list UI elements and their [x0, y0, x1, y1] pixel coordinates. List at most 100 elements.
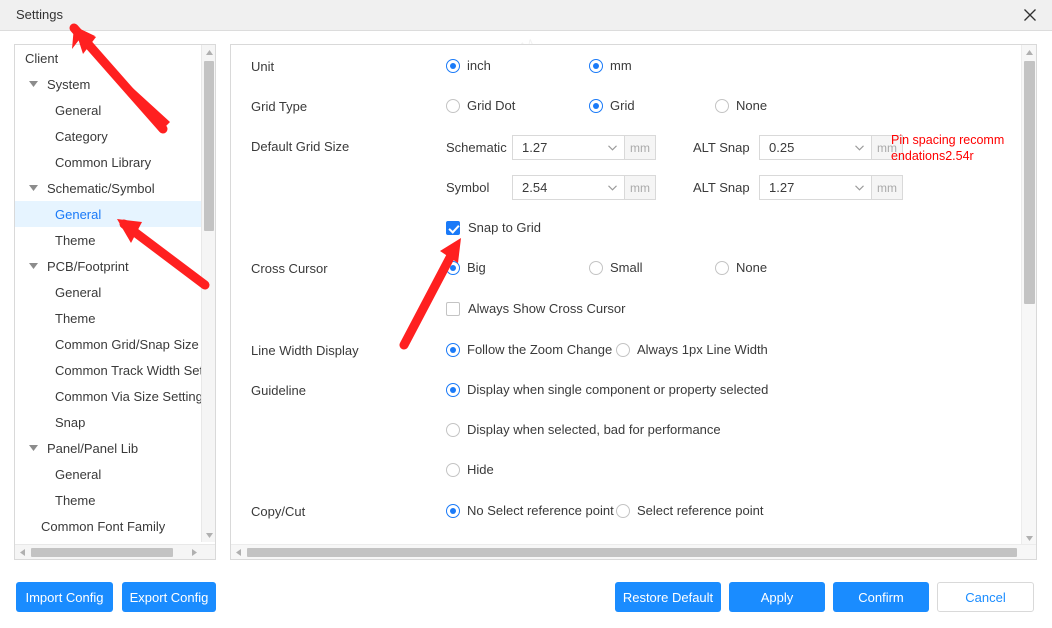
radio-cross-cursor-big[interactable]: Big — [446, 261, 486, 275]
dialog-footer: Import Config Export Config Restore Defa… — [0, 568, 1052, 628]
radio-unit-inch[interactable]: inch — [446, 59, 491, 73]
radio-label: Grid — [610, 98, 635, 113]
tree-item-system-common-library[interactable]: Common Library — [15, 149, 201, 175]
select-symbol-alt-snap-box[interactable]: 1.27 — [759, 175, 872, 200]
row-grid-type: Grid Type Grid Dot Grid None — [231, 95, 1021, 121]
tree-item-pcb-theme[interactable]: Theme — [15, 305, 201, 331]
scroll-right-icon[interactable] — [187, 545, 201, 559]
radio-label: Always 1px Line Width — [637, 342, 768, 357]
tree-item-system-general[interactable]: General — [15, 97, 201, 123]
scrollbar-thumb[interactable] — [1024, 61, 1035, 304]
chevron-down-icon[interactable] — [25, 180, 41, 196]
settings-horizontal-scrollbar[interactable] — [231, 544, 1036, 559]
radio-label: None — [736, 98, 768, 113]
export-config-button[interactable]: Export Config — [122, 582, 216, 612]
scroll-down-icon[interactable] — [1022, 531, 1036, 545]
radio-grid-type-none[interactable]: None — [715, 99, 767, 113]
settings-dialog: Settings 2024-10-14 17:17 2024-10-14 che… — [0, 0, 1052, 628]
tree-item-system-category[interactable]: Category — [15, 123, 201, 149]
scroll-up-icon[interactable] — [202, 45, 215, 59]
radio-dot — [446, 423, 460, 437]
chevron-down-icon[interactable] — [25, 258, 41, 274]
tree-item-label: Schematic/Symbol — [47, 180, 155, 196]
radio-copy-cut-no-select-ref[interactable]: No Select reference point — [446, 504, 614, 518]
tree-item-common-track-width[interactable]: Common Track Width Settin — [15, 357, 201, 383]
apply-button[interactable]: Apply — [729, 582, 825, 612]
chevron-down-icon[interactable] — [606, 184, 618, 191]
radio-line-width-follow-zoom[interactable]: Follow the Zoom Change — [446, 343, 612, 357]
checkbox-always-show-cross-cursor[interactable]: Always Show Cross Cursor — [446, 302, 626, 316]
field-label-symbol: Symbol — [446, 180, 490, 195]
radio-cross-cursor-small[interactable]: Small — [589, 261, 643, 275]
tree-item-panel-general[interactable]: General — [15, 461, 201, 487]
radio-line-width-always-1px[interactable]: Always 1px Line Width — [616, 343, 768, 357]
chevron-down-icon[interactable] — [25, 76, 41, 92]
checkbox-snap-to-grid[interactable]: Snap to Grid — [446, 221, 541, 235]
radio-copy-cut-select-ref[interactable]: Select reference point — [616, 504, 763, 518]
tree-item-client[interactable]: Client — [15, 45, 201, 71]
chevron-down-icon[interactable] — [853, 184, 865, 191]
radio-dot — [446, 261, 460, 275]
radio-grid-type-grid-dot[interactable]: Grid Dot — [446, 99, 515, 113]
tree-item-pcb-general[interactable]: General — [15, 279, 201, 305]
select-value: 1.27 — [769, 180, 795, 195]
row-snap-to-grid: Snap to Grid — [231, 217, 1021, 243]
radio-guideline-single-component[interactable]: Display when single component or propert… — [446, 383, 768, 397]
scrollbar-thumb[interactable] — [204, 61, 214, 231]
tree-vertical-scrollbar[interactable] — [201, 45, 215, 542]
tree-item-schematic-theme[interactable]: Theme — [15, 227, 201, 253]
select-symbol-grid-size-box[interactable]: 2.54 — [512, 175, 625, 200]
tree-item-snap[interactable]: Snap — [15, 409, 201, 435]
radio-label: inch — [467, 58, 491, 73]
tree-item-schematic-symbol[interactable]: Schematic/Symbol — [15, 175, 201, 201]
scroll-up-icon[interactable] — [1022, 45, 1036, 59]
scroll-down-icon[interactable] — [202, 528, 215, 542]
row-default-grid-size-symbol: Symbol 2.54 mm ALT Snap 1.27 mm — [231, 175, 1021, 205]
settings-vertical-scrollbar[interactable] — [1021, 45, 1036, 545]
select-schematic-alt-snap[interactable]: 0.25 mm — [759, 135, 903, 160]
confirm-button[interactable]: Confirm — [833, 582, 929, 612]
tree-item-schematic-general[interactable]: General — [15, 201, 201, 227]
tree-horizontal-scrollbar[interactable] — [15, 544, 215, 559]
radio-cross-cursor-none[interactable]: None — [715, 261, 767, 275]
tree-item-common-font-family[interactable]: Common Font Family — [15, 513, 201, 539]
scrollbar-thumb[interactable] — [31, 548, 173, 557]
select-schematic-grid-size[interactable]: 1.27 mm — [512, 135, 656, 160]
select-schematic-grid-size-box[interactable]: 1.27 — [512, 135, 625, 160]
tree-item-system[interactable]: System — [15, 71, 201, 97]
chevron-down-icon[interactable] — [606, 144, 618, 151]
chevron-down-icon[interactable] — [853, 144, 865, 151]
scroll-left-icon[interactable] — [15, 545, 29, 559]
select-symbol-alt-snap[interactable]: 1.27 mm — [759, 175, 903, 200]
row-label-default-grid-size: Default Grid Size — [251, 139, 350, 154]
tree-item-common-grid-snap-size[interactable]: Common Grid/Snap Size Se — [15, 331, 201, 357]
tree-item-pcb-footprint[interactable]: PCB/Footprint — [15, 253, 201, 279]
radio-grid-type-grid[interactable]: Grid — [589, 99, 635, 113]
radio-guideline-hide[interactable]: Hide — [446, 463, 494, 477]
settings-category-tree[interactable]: Client System General Category Common Li… — [14, 44, 216, 560]
tree-list: Client System General Category Common Li… — [15, 45, 201, 542]
field-label-alt-snap-symbol: ALT Snap — [693, 180, 750, 195]
pin-spacing-note: Pin spacing recommendations2.54r — [891, 133, 1005, 163]
tree-item-label: Snap — [55, 414, 86, 430]
row-copy-cut: Copy/Cut No Select reference point Selec… — [231, 500, 1021, 526]
cancel-button[interactable]: Cancel — [937, 582, 1034, 612]
restore-default-button[interactable]: Restore Default — [615, 582, 721, 612]
scrollbar-thumb[interactable] — [247, 548, 1017, 557]
close-icon[interactable] — [1008, 0, 1052, 30]
row-guideline-option-2: Display when selected, bad for performan… — [231, 419, 1021, 445]
scroll-left-icon[interactable] — [231, 545, 245, 559]
tree-item-panel-panel-lib[interactable]: Panel/Panel Lib — [15, 435, 201, 461]
chevron-down-icon[interactable] — [25, 440, 41, 456]
select-schematic-alt-snap-box[interactable]: 0.25 — [759, 135, 872, 160]
tree-item-common-via-size[interactable]: Common Via Size Setting — [15, 383, 201, 409]
radio-dot — [715, 99, 729, 113]
tree-item-label: General — [55, 284, 102, 300]
tree-item-label: General — [55, 102, 102, 118]
radio-guideline-when-selected[interactable]: Display when selected, bad for performan… — [446, 423, 721, 437]
select-symbol-grid-size[interactable]: 2.54 mm — [512, 175, 656, 200]
radio-unit-mm[interactable]: mm — [589, 59, 632, 73]
radio-dot — [715, 261, 729, 275]
tree-item-panel-theme[interactable]: Theme — [15, 487, 201, 513]
import-config-button[interactable]: Import Config — [16, 582, 113, 612]
